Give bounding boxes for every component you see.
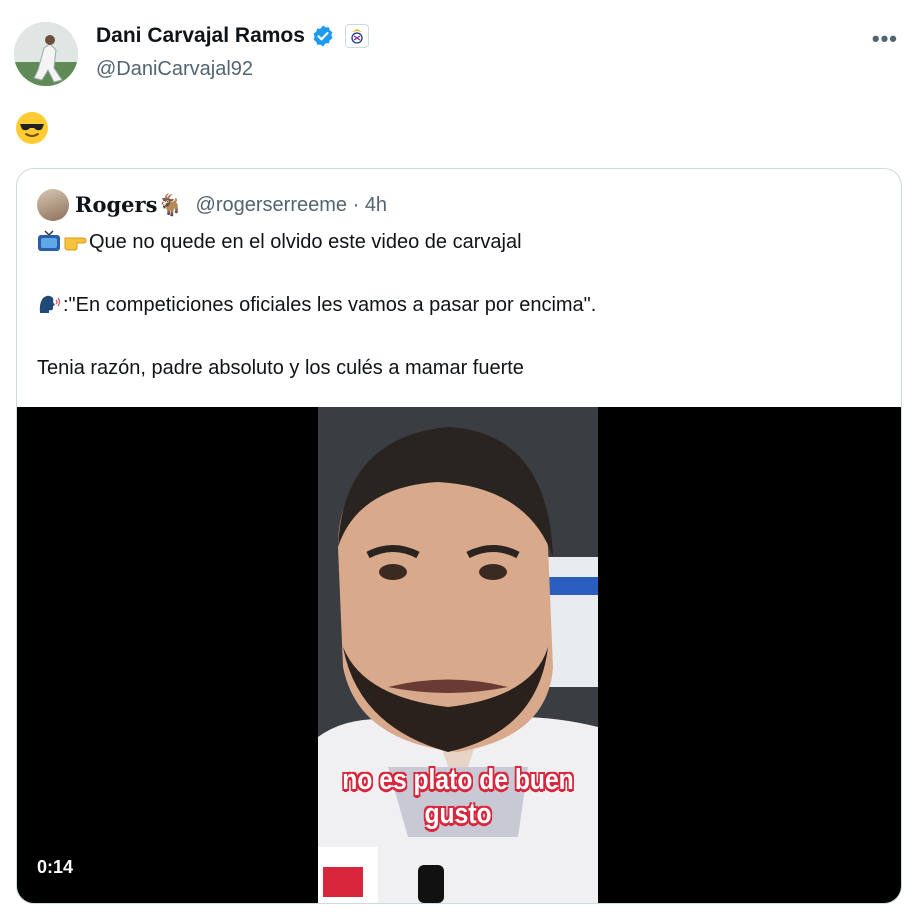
quoted-handle-text: @rogerserreeme <box>195 193 348 216</box>
tweet-text <box>16 112 48 151</box>
author-display-name[interactable]: Dani Carvajal Ramos <box>96 24 305 48</box>
sunglasses-emoji-icon <box>16 112 48 144</box>
author-avatar[interactable] <box>14 22 78 86</box>
quoted-line-3: Tenia razón, padre absoluto y los culés … <box>37 353 877 384</box>
quoted-author-name[interactable]: Rogers🐐 <box>75 192 184 218</box>
video-duration: 0:14 <box>37 857 74 877</box>
quoted-tweet-card[interactable]: Rogers🐐 @rogerserreeme · 4h Que no quede… <box>16 168 902 904</box>
speaking-head-icon <box>37 293 61 315</box>
quoted-author-avatar[interactable] <box>37 189 69 221</box>
quoted-line-2: :"En competiciones oficiales les vamos a… <box>37 290 877 321</box>
more-options-icon[interactable]: ••• <box>872 26 898 52</box>
quoted-line-1: Que no quede en el olvido este video de … <box>37 227 877 258</box>
author-name-row: Dani Carvajal Ramos <box>96 24 369 48</box>
quoted-line-3-text: Tenia razón, padre absoluto y los culés … <box>37 357 524 379</box>
caption-line-2: gusto <box>424 798 492 830</box>
quoted-line-2-text: :"En competiciones oficiales les vamos a… <box>63 294 597 316</box>
quoted-timestamp[interactable]: 4h <box>365 194 387 216</box>
quoted-author-handle[interactable]: @rogerserreeme · 4h <box>196 194 388 217</box>
caption-line-1: no es plato de buen <box>342 764 574 796</box>
pointing-right-icon <box>63 230 87 252</box>
quoted-tweet-header: Rogers🐐 @rogerserreeme · 4h <box>37 189 387 221</box>
video-player[interactable]: no es plato de buen gusto 0:14 <box>17 407 901 903</box>
real-madrid-crest-icon[interactable] <box>344 24 369 48</box>
quoted-line-1-text: Que no quede en el olvido este video de … <box>89 231 522 253</box>
video-frame: no es plato de buen gusto <box>318 407 598 903</box>
author-handle[interactable]: @DaniCarvajal92 <box>96 58 253 81</box>
verified-badge-icon[interactable] <box>311 24 335 48</box>
quoted-tweet-text: Que no quede en el olvido este video de … <box>37 227 877 416</box>
video-caption: no es plato de buen gusto <box>339 763 577 831</box>
tv-icon <box>37 230 61 252</box>
separator-dot: · <box>352 193 360 216</box>
